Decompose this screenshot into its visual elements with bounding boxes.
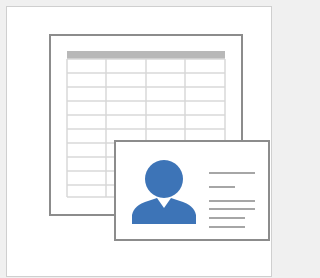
contacts-template-tile[interactable]	[6, 6, 272, 277]
contacts-template-icon	[49, 34, 270, 241]
contact-card-icon	[114, 140, 270, 241]
